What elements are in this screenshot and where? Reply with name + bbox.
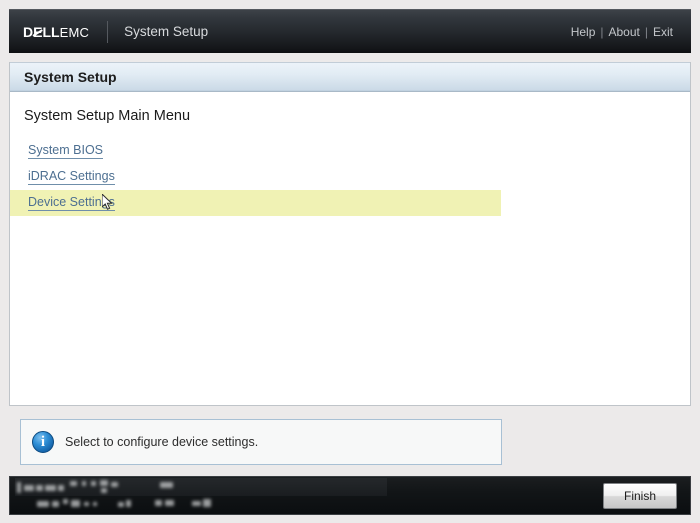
hint-blur-block: [45, 485, 56, 491]
header-brand-area: DELL EMC System Setup: [9, 10, 208, 53]
panel-title: System Setup: [24, 69, 117, 85]
hint-blur-block: [71, 500, 80, 507]
menu-row[interactable]: System BIOS: [10, 138, 690, 164]
hint-blur-block: [37, 501, 49, 507]
nav-separator: |: [644, 24, 648, 39]
hint-blur-block: [111, 482, 118, 487]
dell-emc-logo: DELL EMC: [23, 24, 89, 40]
hint-blur-block: [52, 501, 59, 507]
hint-blur-block: [93, 502, 97, 506]
nav-separator: |: [600, 24, 604, 39]
finish-button[interactable]: Finish: [603, 482, 677, 509]
info-message-text: Select to configure device settings.: [65, 435, 259, 449]
hint-blur-block: [165, 500, 174, 506]
dell-wordmark: DELL: [23, 23, 60, 40]
hint-blur-block: [17, 482, 21, 493]
menu-row[interactable]: Device Settings: [10, 190, 501, 216]
hint-blur-block: [101, 488, 107, 493]
emc-wordmark: EMC: [59, 24, 90, 40]
main-panel: System Setup System Setup Main Menu Syst…: [9, 62, 691, 406]
section-heading: System Setup Main Menu: [24, 108, 191, 124]
hint-blur-block: [70, 481, 77, 486]
hint-blur-block: [63, 499, 68, 504]
hint-blur-block: [203, 499, 211, 507]
hint-blur-block: [91, 481, 96, 486]
hint-blur-block: [118, 502, 124, 507]
menu-item-device-settings[interactable]: Device Settings: [28, 195, 115, 211]
hint-blur-block: [192, 501, 201, 506]
hint-blur-block: [36, 485, 43, 491]
footer-bar: Finish: [9, 476, 691, 515]
info-icon: [32, 431, 54, 453]
app-header: DELL EMC System Setup Help | About | Exit: [9, 9, 691, 53]
dell-slashed-e-glyph: E: [33, 23, 43, 40]
header-divider: [107, 20, 109, 43]
hint-blur-block: [155, 500, 162, 506]
header-nav-links: Help | About | Exit: [571, 25, 691, 39]
panel-titlebar: System Setup: [10, 62, 690, 92]
keyboard-hints-obscured: [15, 477, 435, 514]
info-message-box: Select to configure device settings.: [20, 419, 502, 465]
hint-blur-block: [58, 485, 64, 491]
hint-blur-block: [84, 502, 89, 506]
hint-blur-block: [160, 482, 173, 488]
hint-blur-block: [82, 481, 86, 486]
menu-row[interactable]: iDRAC Settings: [10, 164, 690, 190]
hint-blur-block: [100, 480, 108, 486]
menu-item-system-bios[interactable]: System BIOS: [28, 143, 104, 159]
app-title: System Setup: [124, 24, 209, 39]
about-link[interactable]: About: [609, 25, 640, 39]
panel-body: System Setup Main Menu System BIOS iDRAC…: [10, 92, 690, 216]
help-link[interactable]: Help: [571, 25, 596, 39]
hint-blur-block: [126, 500, 131, 507]
hint-blur-block: [24, 485, 34, 491]
exit-link[interactable]: Exit: [653, 25, 673, 39]
setup-menu-list: System BIOS iDRAC Settings Device Settin…: [10, 138, 690, 216]
menu-item-idrac-settings[interactable]: iDRAC Settings: [28, 169, 115, 185]
